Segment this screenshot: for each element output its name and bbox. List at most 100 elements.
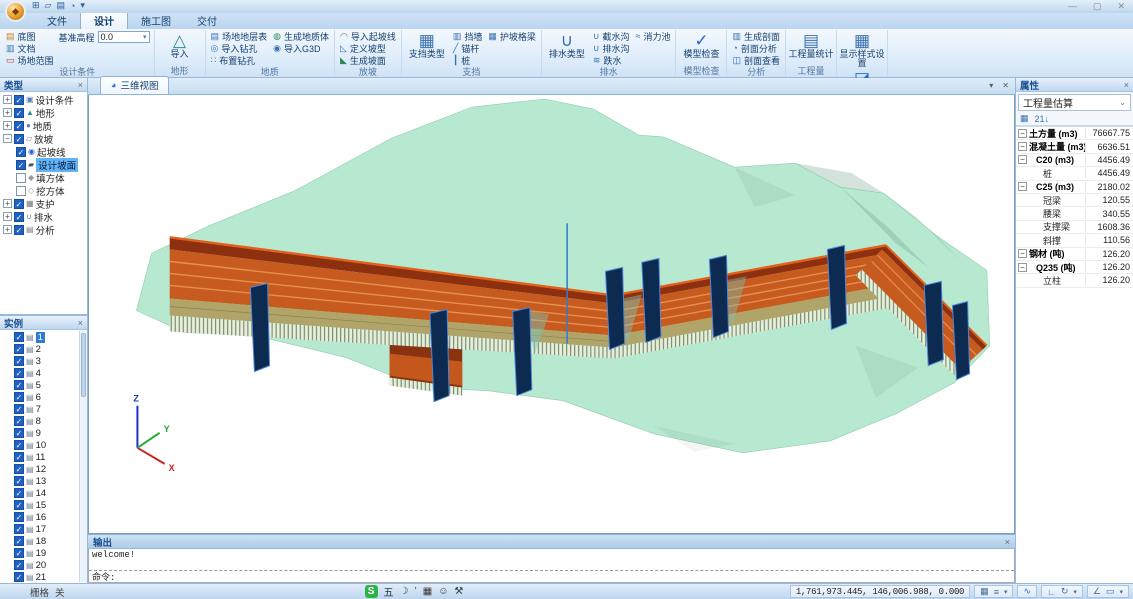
instance-item-19[interactable]: ✓▤19 xyxy=(0,547,87,559)
tree-item-起坡线[interactable]: ✓◉起坡线 xyxy=(0,145,87,158)
import-terrain-button[interactable]: △导入 xyxy=(157,30,203,59)
grid-toggle-icon[interactable]: ▦ xyxy=(980,586,989,597)
more-icon[interactable]: ▾ xyxy=(80,0,85,11)
quantity-stats-button[interactable]: ▤工程量统计 xyxy=(788,30,834,59)
property-row-腰梁[interactable]: 腰梁340.55 xyxy=(1016,207,1133,220)
type-panel-close-icon[interactable]: × xyxy=(78,80,83,90)
site-extent-button[interactable]: ▭场地范围 xyxy=(3,54,57,66)
polar-tracking-icon[interactable]: ↻ xyxy=(1061,586,1069,597)
tree-item-填方体[interactable]: ◆填方体 xyxy=(0,171,87,184)
visibility-checkbox[interactable]: ✓ xyxy=(14,416,24,426)
visibility-checkbox[interactable]: ✓ xyxy=(14,512,24,522)
property-row-土方量 (m3)[interactable]: −土方量 (m3)76667.75 xyxy=(1016,127,1133,140)
instance-panel-close-icon[interactable]: × xyxy=(78,318,83,328)
datum-elevation-combo[interactable]: 0.0▾ xyxy=(98,31,150,43)
layer-list-icon[interactable]: ≡ xyxy=(994,587,999,597)
instance-scrollbar[interactable] xyxy=(79,331,87,582)
ime-punct-icon[interactable]: ’ xyxy=(415,586,417,597)
visibility-checkbox[interactable]: ✓ xyxy=(14,380,24,390)
expand-icon[interactable]: + xyxy=(3,121,12,130)
model-check-button[interactable]: ✓模型检查 xyxy=(678,30,724,59)
visibility-checkbox[interactable]: ✓ xyxy=(14,440,24,450)
grid-status[interactable]: 栅格 关 xyxy=(30,585,65,599)
tree-item-地形[interactable]: +✓▲地形 xyxy=(0,106,87,119)
property-row-桩[interactable]: 桩4456.49 xyxy=(1016,167,1133,180)
visibility-checkbox[interactable]: ✓ xyxy=(14,368,24,378)
instance-item-9[interactable]: ✓▤9 xyxy=(0,427,87,439)
instance-item-11[interactable]: ✓▤11 xyxy=(0,451,87,463)
ime-tools-icon[interactable]: ⚒ xyxy=(454,586,463,597)
ime-lang-icon[interactable]: ☽ xyxy=(400,586,409,597)
close-button[interactable]: ✕ xyxy=(1117,1,1125,12)
visibility-checkbox[interactable]: ✓ xyxy=(14,108,24,118)
instance-item-10[interactable]: ✓▤10 xyxy=(0,439,87,451)
pile-button[interactable]: ┃桩 xyxy=(450,54,486,66)
3d-viewport[interactable]: Z Y X xyxy=(88,95,1015,534)
property-row-C25 (m3)[interactable]: −C25 (m3)2180.02 xyxy=(1016,181,1133,194)
expand-icon[interactable]: + xyxy=(3,108,12,117)
instance-item-16[interactable]: ✓▤16 xyxy=(0,511,87,523)
anchor-button[interactable]: ╱锚杆 xyxy=(450,42,486,54)
stilling-basin-button[interactable]: ≈消力池 xyxy=(633,30,674,42)
polyline-snap-icon[interactable]: ∿ xyxy=(1023,586,1031,597)
visibility-checkbox[interactable]: ✓ xyxy=(14,572,24,582)
command-prompt[interactable]: 命令: xyxy=(89,570,1014,582)
visibility-checkbox[interactable] xyxy=(16,173,26,183)
visibility-checkbox[interactable]: ✓ xyxy=(14,199,24,209)
visibility-checkbox[interactable]: ✓ xyxy=(14,332,24,342)
display-style-button[interactable]: ▦显示样式设置 xyxy=(839,30,885,68)
import-borehole-button[interactable]: ◎导入钻孔 xyxy=(208,42,271,54)
instance-item-1[interactable]: ✓▤1 xyxy=(0,331,87,343)
instance-item-14[interactable]: ✓▤14 xyxy=(0,487,87,499)
visibility-checkbox[interactable]: ✓ xyxy=(14,464,24,474)
open-icon[interactable]: ▱ xyxy=(45,0,52,11)
instance-item-13[interactable]: ✓▤13 xyxy=(0,475,87,487)
tree-item-设计条件[interactable]: +✓▣设计条件 xyxy=(0,93,87,106)
instance-item-6[interactable]: ✓▤6 xyxy=(0,391,87,403)
property-row-冠梁[interactable]: 冠梁120.55 xyxy=(1016,194,1133,207)
ime-logo-icon[interactable]: S xyxy=(365,585,378,598)
retaining-wall-button[interactable]: ▥挡墙 xyxy=(450,30,486,42)
expand-icon[interactable]: + xyxy=(3,225,12,234)
instance-item-18[interactable]: ✓▤18 xyxy=(0,535,87,547)
visibility-checkbox[interactable]: ✓ xyxy=(14,404,24,414)
about-icon[interactable]: ◔ xyxy=(70,1,75,11)
visibility-checkbox[interactable]: ✓ xyxy=(16,160,26,170)
drainage-type-button[interactable]: ∪排水类型 xyxy=(544,30,590,59)
section-view-button[interactable]: ◫剖面查看 xyxy=(729,54,783,66)
chevron-down-icon[interactable]: ▾ xyxy=(1004,588,1008,596)
instance-item-4[interactable]: ✓▤4 xyxy=(0,367,87,379)
tree-item-排水[interactable]: +✓∪排水 xyxy=(0,210,87,223)
instance-item-15[interactable]: ✓▤15 xyxy=(0,499,87,511)
collapse-icon[interactable]: − xyxy=(3,134,12,143)
instance-item-12[interactable]: ✓▤12 xyxy=(0,463,87,475)
instance-item-5[interactable]: ✓▤5 xyxy=(0,379,87,391)
expand-icon[interactable]: + xyxy=(3,95,12,104)
tree-item-地质[interactable]: +✓●地质 xyxy=(0,119,87,132)
collapse-icon[interactable]: − xyxy=(1018,155,1027,164)
import-g3d-button[interactable]: ◉导入G3D xyxy=(270,42,332,54)
ime-keyboard-icon[interactable]: ▦ xyxy=(423,586,432,597)
tree-item-设计坡面[interactable]: ✓▰设计坡面 xyxy=(0,158,87,171)
ribbon-tab-文件[interactable]: 文件 xyxy=(34,11,80,29)
collapse-icon[interactable]: − xyxy=(1018,249,1027,258)
intercepting-ditch-button[interactable]: ∪截水沟 xyxy=(590,30,633,42)
property-row-立柱[interactable]: 立柱126.20 xyxy=(1016,274,1133,287)
output-panel-close-icon[interactable]: × xyxy=(1005,537,1010,547)
collapse-icon[interactable]: − xyxy=(1018,129,1027,138)
visibility-checkbox[interactable]: ✓ xyxy=(14,95,24,105)
minimize-button[interactable]: — xyxy=(1068,1,1077,12)
visibility-checkbox[interactable]: ✓ xyxy=(14,344,24,354)
visibility-checkbox[interactable]: ✓ xyxy=(14,488,24,498)
instance-item-17[interactable]: ✓▤17 xyxy=(0,523,87,535)
generate-geobody-button[interactable]: ◍生成地质体 xyxy=(270,30,332,42)
tree-item-挖方体[interactable]: ◇挖方体 xyxy=(0,184,87,197)
object-snap-icon[interactable]: ▭ xyxy=(1106,586,1115,597)
ribbon-tab-交付[interactable]: 交付 xyxy=(184,11,230,29)
sort-descending-icon[interactable]: 21↓ xyxy=(1035,114,1050,124)
visibility-checkbox[interactable]: ✓ xyxy=(14,560,24,570)
scrollbar-thumb[interactable] xyxy=(81,333,86,397)
tab-3d-view[interactable]: ◕ 三维视图 xyxy=(100,76,169,94)
visibility-checkbox[interactable]: ✓ xyxy=(14,428,24,438)
property-row-钢材 (吨)[interactable]: −钢材 (吨)126.20 xyxy=(1016,248,1133,261)
